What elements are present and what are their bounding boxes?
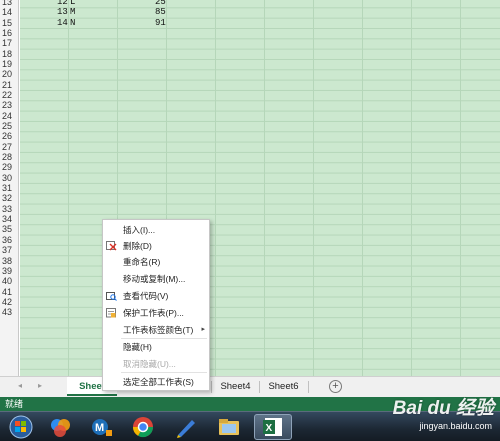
row-header[interactable]: 41 (0, 287, 19, 297)
cell-value[interactable]: 85 (155, 7, 166, 17)
row-header[interactable]: 33 (0, 204, 19, 214)
row-header[interactable]: 29 (0, 162, 19, 172)
row-header[interactable]: 23 (0, 100, 19, 110)
row-header[interactable]: 39 (0, 266, 19, 276)
submenu-arrow-icon: ▸ (201, 326, 205, 333)
row-header[interactable]: 42 (0, 297, 19, 307)
ctx-item-label: 选定全部工作表(S) (123, 377, 194, 387)
row-header[interactable]: 28 (0, 152, 19, 162)
row-header[interactable]: 22 (0, 90, 19, 100)
add-sheet-button[interactable]: + (329, 380, 342, 393)
row-header[interactable]: 38 (0, 256, 19, 266)
ctx-item-label: 删除(D) (123, 241, 152, 251)
ctx-unhide-menu-item: 取消隐藏(U)... (103, 356, 209, 372)
tab-divider (211, 381, 212, 393)
delete-sheet-icon (106, 241, 117, 251)
ctx-tab-color-menu-item[interactable]: 工作表标签颜色(T) ▸ (103, 322, 209, 338)
cell-letter[interactable]: N (70, 18, 75, 28)
status-text: 就绪 (5, 399, 24, 409)
row-header[interactable]: 20 (0, 69, 19, 79)
ctx-move-copy-menu-item[interactable]: 移动或复制(M)... (103, 271, 209, 287)
ctx-protect-sheet-menu-item[interactable]: 保护工作表(P)... (103, 305, 209, 321)
tab-divider (259, 381, 260, 393)
view-code-icon (106, 292, 117, 301)
ctx-insert-menu-item[interactable]: 插入(I)... (103, 222, 209, 238)
ctx-item-label: 取消隐藏(U)... (123, 359, 176, 369)
row-header[interactable]: 21 (0, 80, 19, 90)
excel-icon[interactable]: X (254, 414, 292, 440)
ctx-item-label: 工作表标签颜色(T) (123, 325, 194, 335)
next-sheet-arrow-icon[interactable]: ▸ (38, 381, 42, 390)
svg-text:M: M (95, 422, 104, 434)
row-headers: 13 14 15 16 17 18 19 20 21 22 23 24 25 26 27 28 29 30 31 32… (0, 0, 19, 376)
row-header[interactable]: 36 (0, 235, 19, 245)
tab-sheet4[interactable]: Sheet4 (213, 377, 258, 396)
cell-value[interactable]: 25 (155, 0, 166, 7)
ctx-item-label: 保护工作表(P)... (123, 308, 184, 318)
chrome-icon[interactable] (124, 414, 162, 440)
start-orb-icon[interactable] (2, 414, 40, 440)
row-header[interactable]: 30 (0, 173, 19, 183)
tab-divider (308, 381, 309, 393)
ctx-item-label: 移动或复制(M)... (123, 274, 186, 284)
ctx-hide-menu-item[interactable]: 隐藏(H) (103, 339, 209, 355)
file-explorer-icon[interactable] (210, 414, 248, 440)
prev-sheet-arrow-icon[interactable]: ◂ (18, 381, 22, 390)
tab-sheet6[interactable]: Sheet6 (261, 377, 306, 396)
cell-row-number[interactable]: 13 (57, 7, 68, 17)
row-header[interactable]: 13 (0, 0, 19, 7)
ctx-item-label: 重命名(R) (123, 257, 161, 267)
row-header[interactable]: 25 (0, 121, 19, 131)
ctx-delete-menu-item[interactable]: 删除(D) (103, 238, 209, 254)
menu-separator (121, 372, 207, 373)
baidu-watermark: Bai du 经验 jingyan.baidu.com (374, 393, 494, 441)
row-header[interactable]: 24 (0, 111, 19, 121)
row-header[interactable]: 43 (0, 307, 19, 317)
row-header[interactable]: 31 (0, 183, 19, 193)
cell-area[interactable]: 12 L 25 13 M 85 14 N 91 (20, 0, 500, 376)
row-header[interactable]: 27 (0, 142, 19, 152)
media-app-icon[interactable]: M (82, 414, 120, 440)
ctx-view-code-menu-item[interactable]: 查看代码(V) (103, 288, 209, 304)
row-header[interactable]: 40 (0, 276, 19, 286)
cell-value[interactable]: 91 (155, 18, 166, 28)
cell-row-number[interactable]: 14 (57, 18, 68, 28)
ctx-item-label: 查看代码(V) (123, 291, 169, 301)
sheet-tab-context-menu: 插入(I)... 删除(D) 重命名(R) 移动或复制(M)... 查看代码(V) 保护工… (102, 219, 210, 391)
row-header[interactable]: 19 (0, 59, 19, 69)
ctx-select-all-sheets-menu-item[interactable]: 选定全部工作表(S) (103, 374, 209, 390)
row-header[interactable]: 37 (0, 245, 19, 255)
row-header[interactable]: 18 (0, 49, 19, 59)
cell-letter[interactable]: M (70, 7, 75, 17)
row-header[interactable]: 35 (0, 224, 19, 234)
ctx-item-label: 隐藏(H) (123, 342, 152, 352)
colorful-app-icon[interactable] (42, 414, 80, 440)
row-header[interactable]: 16 (0, 28, 19, 38)
protect-sheet-icon (106, 308, 116, 318)
row-header[interactable]: 34 (0, 214, 19, 224)
svg-text:X: X (266, 423, 273, 434)
cell-letter[interactable]: L (70, 0, 75, 7)
spreadsheet-grid[interactable]: 13 14 15 16 17 18 19 20 21 22 23 24 25 26 27 28 29 30 31 32… (0, 0, 500, 376)
row-header[interactable]: 32 (0, 193, 19, 203)
row-header[interactable]: 17 (0, 38, 19, 48)
ctx-rename-menu-item[interactable]: 重命名(R) (103, 254, 209, 270)
watermark-logo: Bai du 经验 (392, 398, 494, 419)
watermark-url: jingyan.baidu.com (419, 421, 492, 431)
row-header[interactable]: 15 (0, 18, 19, 28)
row-header[interactable]: 26 (0, 131, 19, 141)
ctx-item-label: 插入(I)... (123, 225, 156, 235)
row-header[interactable]: 14 (0, 7, 19, 17)
pen-app-icon[interactable] (166, 414, 204, 440)
cell-row-number[interactable]: 12 (57, 0, 68, 7)
